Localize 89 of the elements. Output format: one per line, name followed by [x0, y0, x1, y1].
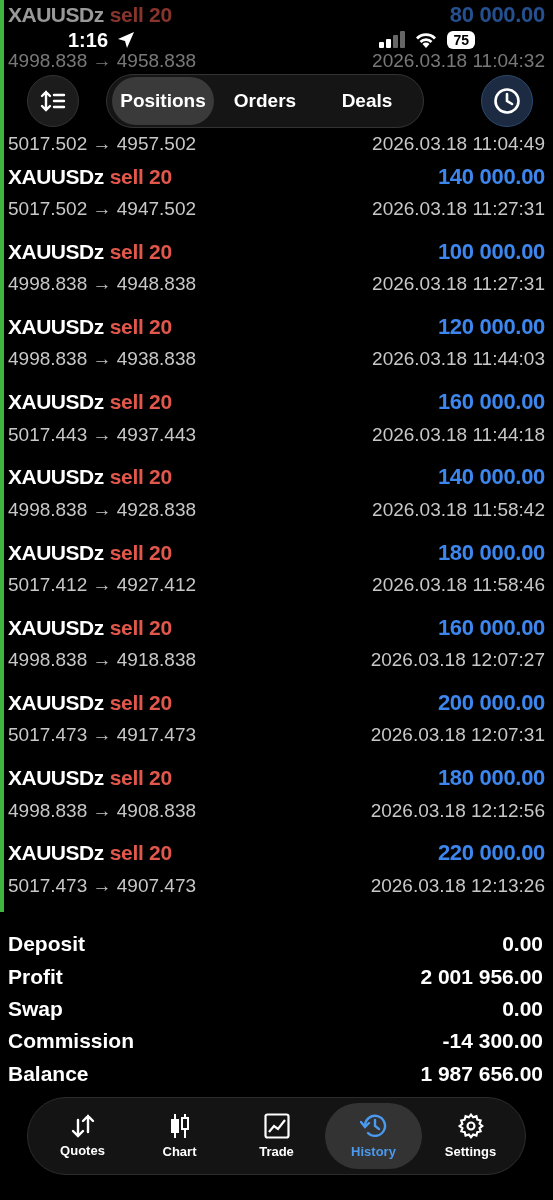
price-range-text: 5017.502 → 4957.502 [8, 133, 197, 155]
order-side-text: sell 20 [109, 239, 172, 264]
line-chart-icon [263, 1113, 290, 1139]
profit-text: 120 000.00 [437, 313, 545, 340]
price-range-text: 4998.838 → 4948.838 [8, 273, 197, 296]
profit-text: 100 000.00 [437, 238, 545, 265]
nav-tab[interactable]: Chart [131, 1103, 228, 1169]
order-side-text: sell 20 [109, 841, 172, 866]
nav-tab[interactable]: History [325, 1103, 422, 1169]
sort-icon [40, 90, 66, 112]
battery-level: 75 [447, 31, 475, 49]
order-side-text: sell 20 [109, 465, 172, 490]
summary-value: -14 300.00 [442, 1029, 543, 1054]
profit-text: 80 000.00 [449, 2, 545, 28]
deal-time-text: 2026.03.18 11:58:42 [372, 498, 545, 521]
history-button[interactable] [481, 75, 533, 127]
deal-time-text: 2026.03.18 11:27:31 [372, 273, 545, 296]
summary-label: Swap [8, 996, 63, 1021]
symbol-text: XAUUSDz [8, 540, 104, 565]
tab[interactable]: Deals [316, 77, 418, 125]
deal-time-text: 2026.03.18 11:04:49 [372, 133, 545, 155]
signal-icon [379, 31, 406, 49]
symbol-text: XAUUSDz [8, 841, 104, 866]
order-side-text: sell 20 [109, 390, 172, 415]
symbol-text: XAUUSDz [8, 164, 104, 189]
deal-time-text: 2026.03.18 11:44:03 [372, 348, 545, 371]
symbol-text: XAUUSDz [8, 314, 104, 339]
symbol-text: XAUUSDz [8, 3, 104, 27]
up-down-arrows-icon [69, 1114, 96, 1138]
order-side-text: sell 20 [109, 690, 172, 715]
tab[interactable]: Orders [214, 77, 316, 125]
price-range-text: 4998.838 → 4928.838 [8, 498, 197, 521]
wifi-icon [414, 31, 439, 49]
order-side-text: sell 20 [109, 766, 172, 791]
price-range-text: 5017.443 → 4937.443 [8, 423, 197, 446]
location-arrow-icon [117, 31, 136, 49]
order-side-text: sell 20 [109, 615, 172, 640]
deal-time-text: 2026.03.18 11:58:46 [372, 574, 545, 596]
price-range-text: 5017.502 → 4947.502 [8, 198, 197, 220]
deal-time-text: 2026.03.18 12:13:26 [370, 874, 545, 897]
profit-text: 220 000.00 [437, 840, 545, 867]
symbol-text: XAUUSDz [8, 615, 104, 640]
deal-time-text: 2026.03.18 12:07:31 [370, 724, 545, 747]
deal-time-text: 2026.03.18 12:07:27 [370, 649, 545, 672]
summary-value: 1 987 656.00 [420, 1061, 543, 1086]
profit-text: 160 000.00 [437, 614, 545, 641]
profit-text: 140 000.00 [437, 464, 545, 491]
summary-label: Balance [8, 1061, 89, 1086]
deal-time-text: 2026.03.18 11:44:18 [372, 423, 545, 446]
nav-tab[interactable]: Settings [422, 1103, 519, 1169]
deal-time-text: 2026.03.18 12:12:56 [370, 799, 545, 822]
price-range-text: 5017.473 → 4907.473 [8, 874, 197, 897]
symbol-text: XAUUSDz [8, 690, 104, 715]
profit-text: 160 000.00 [437, 389, 545, 416]
nav-tab[interactable]: Trade [228, 1103, 325, 1169]
price-range-text: 4998.838 → 4908.838 [8, 799, 197, 822]
symbol-text: XAUUSDz [8, 239, 104, 264]
status-time: 1:16 [68, 29, 109, 51]
candlestick-icon [168, 1113, 191, 1139]
order-side-text: sell 20 [109, 3, 172, 27]
tab[interactable]: Positions [112, 77, 214, 125]
deal-time-text: 2026.03.18 11:04:32 [372, 50, 545, 72]
profit-text: 180 000.00 [437, 765, 545, 792]
price-range-text: 4998.838 → 4958.838 [8, 50, 197, 72]
summary-value: 0.00 [502, 932, 543, 957]
symbol-text: XAUUSDz [8, 465, 104, 490]
profit-text: 200 000.00 [437, 689, 545, 716]
price-range-text: 5017.473 → 4917.473 [8, 724, 197, 747]
summary-value: 2 001 956.00 [420, 964, 543, 989]
profit-text: 180 000.00 [437, 539, 545, 566]
clock-icon [493, 87, 521, 115]
settings-icon [457, 1113, 484, 1139]
summary-label: Profit [8, 964, 63, 989]
history-icon [359, 1113, 388, 1139]
summary-value: 0.00 [502, 996, 543, 1021]
order-side-text: sell 20 [109, 314, 172, 339]
nav-tab[interactable]: Quotes [34, 1103, 131, 1169]
order-side-text: sell 20 [109, 540, 172, 565]
order-side-text: sell 20 [109, 164, 172, 189]
price-range-text: 4998.838 → 4938.838 [8, 348, 197, 371]
profit-text: 140 000.00 [437, 163, 545, 190]
summary-label: Deposit [8, 932, 85, 957]
price-range-text: 4998.838 → 4918.838 [8, 649, 197, 672]
summary-label: Commission [8, 1029, 135, 1054]
deal-time-text: 2026.03.18 11:27:31 [372, 198, 545, 220]
symbol-text: XAUUSDz [8, 766, 104, 791]
symbol-text: XAUUSDz [8, 390, 104, 415]
sort-button[interactable] [27, 75, 79, 127]
price-range-text: 5017.412 → 4927.412 [8, 574, 197, 596]
